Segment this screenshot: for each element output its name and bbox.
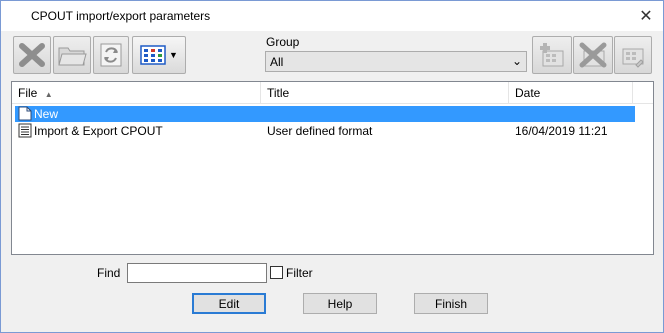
chevron-down-icon: ▼ — [169, 50, 178, 60]
open-folder-button[interactable] — [53, 36, 91, 74]
column-header-label: File — [18, 86, 38, 100]
dialog-window: CPOUT import/export parameters ✕ ▼ Group… — [0, 0, 664, 333]
title-bar: CPOUT import/export parameters ✕ — [1, 1, 663, 31]
column-header-label: Title — [267, 86, 290, 100]
delete-group-button[interactable] — [573, 36, 613, 74]
close-button[interactable]: ✕ — [635, 5, 657, 27]
column-header-date[interactable]: Date — [509, 82, 633, 104]
close-icon: ✕ — [639, 8, 653, 25]
file-date: 16/04/2019 11:21 — [515, 124, 608, 138]
chevron-down-icon: ⌄ — [511, 54, 522, 68]
edit-group-button[interactable] — [614, 36, 652, 74]
filter-checkbox[interactable] — [270, 266, 283, 279]
add-group-icon — [540, 43, 564, 67]
help-button[interactable]: Help — [303, 293, 377, 314]
list-item[interactable]: New — [15, 106, 635, 122]
find-input[interactable] — [127, 263, 267, 283]
delete-group-icon — [579, 42, 607, 68]
grid-view-icon — [140, 45, 166, 65]
edit-button-label: Edit — [218, 296, 240, 311]
edit-group-icon — [622, 48, 644, 68]
delete-x-icon — [19, 43, 45, 67]
column-header-title[interactable]: Title — [261, 82, 509, 104]
window-title: CPOUT import/export parameters — [31, 9, 211, 23]
new-document-icon — [18, 106, 32, 121]
column-header-label: Date — [515, 86, 541, 100]
find-label: Find — [97, 266, 121, 280]
refresh-button[interactable] — [93, 36, 129, 74]
group-select-value: All — [270, 55, 284, 69]
file-name: New — [34, 107, 59, 121]
help-button-label: Help — [327, 296, 353, 311]
finish-button-label: Finish — [434, 296, 467, 311]
sort-ascending-icon: ▲ — [44, 90, 53, 99]
document-lines-icon — [18, 123, 32, 138]
list-item[interactable]: Import & Export CPOUT User defined forma… — [15, 123, 635, 139]
group-select[interactable]: All ⌄ — [265, 51, 527, 72]
group-label: Group — [266, 35, 300, 49]
edit-button[interactable]: Edit — [192, 293, 266, 314]
list-header: File ▲ Title Date — [12, 82, 653, 104]
folder-icon — [58, 47, 87, 66]
delete-button[interactable] — [13, 36, 51, 74]
refresh-icon — [100, 43, 122, 67]
file-list[interactable]: File ▲ Title Date New Import & Export CP… — [11, 81, 654, 255]
finish-button[interactable]: Finish — [414, 293, 488, 314]
file-title: User defined format — [267, 124, 373, 138]
file-name: Import & Export CPOUT — [34, 124, 163, 138]
add-group-button[interactable] — [532, 36, 572, 74]
filter-label: Filter — [286, 266, 313, 280]
column-header-file[interactable]: File ▲ — [12, 82, 261, 104]
view-mode-dropdown-button[interactable]: ▼ — [132, 36, 186, 74]
